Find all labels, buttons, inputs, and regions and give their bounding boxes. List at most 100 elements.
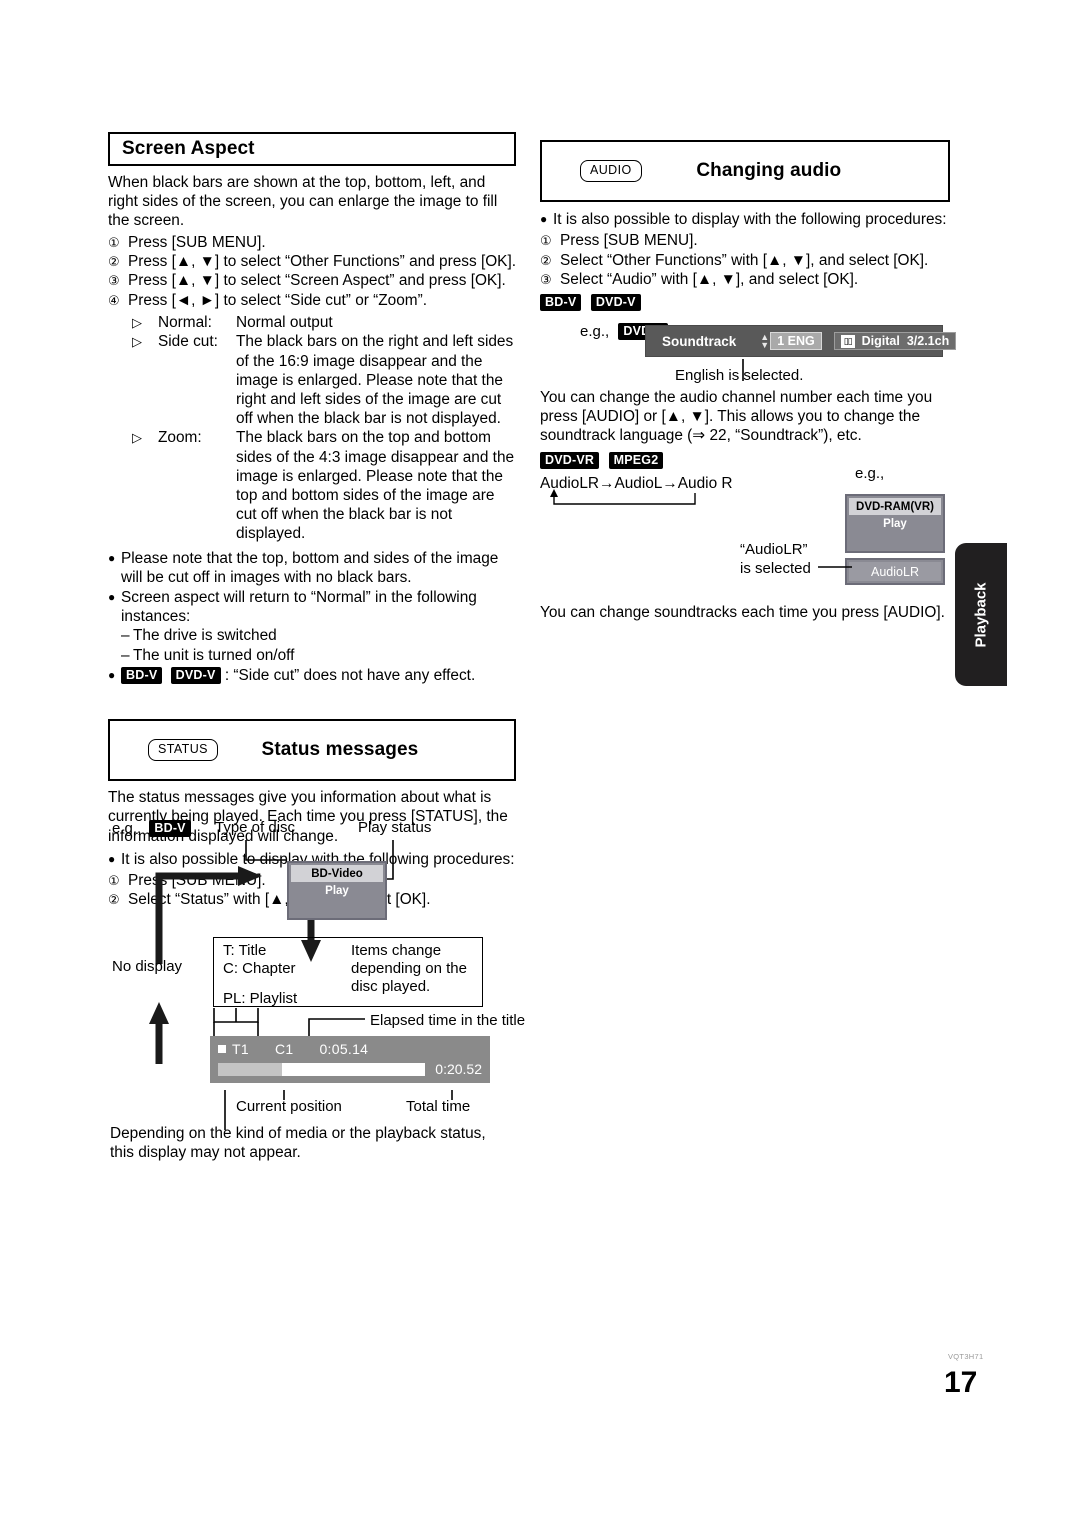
- callout-items-change: Items change depending on the disc playe…: [351, 942, 467, 995]
- soundtrack-channels: 3/2.1ch: [906, 334, 950, 348]
- step-number: ③: [108, 273, 120, 289]
- section-header-screen-aspect: Screen Aspect: [108, 132, 516, 166]
- audio-bullet: ● It is also possible to display with th…: [540, 210, 950, 229]
- osd-selection-value: AudioLR: [849, 562, 941, 581]
- step-item: ② Select “Other Functions” with [▲, ▼], …: [540, 251, 950, 270]
- page-title-status-messages: Status messages: [261, 739, 419, 761]
- screen-aspect-steps: ① Press [SUB MENU]. ② Press [▲, ▼] to se…: [108, 233, 516, 311]
- callout-no-display: No display: [112, 958, 183, 975]
- osd-play-state: Play: [849, 515, 941, 532]
- step-number: ①: [108, 234, 120, 250]
- soundtrack-channel-spinner[interactable]: ▲ ▼ 1 ENG: [760, 332, 822, 350]
- chevron-down-icon[interactable]: ▼: [760, 341, 769, 350]
- note-media-text: BD-V DVD-V : “Side cut” does not have an…: [121, 666, 516, 685]
- step-number: ④: [108, 292, 120, 308]
- screen-aspect-intro: When black bars are shown at the top, bo…: [108, 174, 498, 230]
- osd-disc-panel-dvdram: DVD-RAM(VR) Play: [845, 494, 945, 553]
- example-label-right: e.g.,: [855, 465, 885, 482]
- dash-icon: –: [121, 646, 130, 664]
- triangle-bullet-icon: ▷: [132, 334, 142, 350]
- dolby-digital-icon: ▯▯: [840, 334, 855, 348]
- status-closing-paragraph: Depending on the kind of media or the pl…: [110, 1124, 510, 1162]
- option-label: Normal:: [158, 314, 212, 332]
- audio-bullet-text: It is also possible to display with the …: [553, 211, 947, 228]
- progress-track[interactable]: [218, 1062, 426, 1076]
- changing-audio-paragraph-wrap: You can change the audio channel number …: [540, 388, 950, 446]
- status-total-time: 0:20.52: [435, 1061, 482, 1077]
- soundtrack-osd-group: Soundtrack ▲ ▼ 1 ENG ▯▯ Digital 3/2.1ch …: [645, 325, 957, 384]
- media-badge-dvd-v: DVD-V: [170, 666, 221, 684]
- step-item: ① Press [SUB MENU].: [108, 233, 516, 252]
- option-row: ▷ Zoom: The black bars on the top and bo…: [132, 428, 516, 543]
- document-code: VQT3H71: [948, 1352, 984, 1361]
- media-badge-bd-v: BD-V: [121, 666, 163, 684]
- step-number: ③: [540, 272, 552, 288]
- playback-status-bar: T1 C1 0:05.14 0:20.52: [210, 1036, 490, 1083]
- bullet-dot-icon: ●: [108, 590, 116, 605]
- callout-current-position: Current position: [236, 1098, 342, 1115]
- media-badge-row-1: BD-V DVD-V: [540, 294, 950, 312]
- soundtrack-format: Digital: [861, 334, 900, 348]
- audio-cycle-row: AudioLR→AudioL→Audio R: [540, 475, 950, 493]
- status-bar-line-top: T1 C1 0:05.14: [218, 1041, 482, 1057]
- status-diagram: e.g., BD-V Type of disc Play status BD-V…: [112, 819, 532, 1130]
- page-title-screen-aspect: Screen Aspect: [122, 138, 255, 159]
- changing-audio-closing: You can change soundtracks each time you…: [540, 604, 945, 621]
- info-box: T: Title C: Chapter PL: Playlist Items c…: [213, 937, 483, 1007]
- option-desc: The black bars on the right and left sid…: [236, 333, 514, 428]
- step-item: ③ Press [▲, ▼] to select “Screen Aspect”…: [108, 271, 516, 290]
- audio-keycap-icon: AUDIO: [580, 160, 642, 182]
- soundtrack-osd-bar: Soundtrack ▲ ▼ 1 ENG ▯▯ Digital 3/2.1ch: [645, 325, 957, 357]
- side-tab-playback: Playback: [955, 543, 1007, 686]
- sub-note-item: – The drive is switched: [121, 626, 516, 645]
- sub-note-text: The drive is switched: [133, 627, 277, 645]
- example-prefix: e.g.,: [580, 323, 610, 341]
- step-text: Press [▲, ▼] to select “Screen Aspect” a…: [128, 272, 506, 290]
- step-number: ①: [540, 233, 552, 249]
- step-item: ② Press [▲, ▼] to select “Other Function…: [108, 252, 516, 271]
- left-column: Screen Aspect When black bars are shown …: [108, 132, 516, 910]
- callout-audiolr-line1: “AudioLR”: [740, 541, 808, 558]
- status-title-number: T1: [232, 1041, 249, 1057]
- step-text: Press [◄, ►] to select “Side cut” or “Zo…: [128, 291, 428, 309]
- osd-disc-type: DVD-RAM(VR): [849, 498, 941, 515]
- callout-total-time: Total time: [406, 1098, 471, 1115]
- sub-note-item: – The unit is turned on/off: [121, 646, 516, 665]
- dash-icon: –: [121, 627, 130, 645]
- option-row: ▷ Normal: Normal output: [132, 313, 516, 332]
- osd-disc-panel: BD-Video Play: [287, 861, 387, 920]
- option-label: Side cut:: [158, 333, 218, 351]
- spinner-arrows[interactable]: ▲ ▼: [760, 333, 769, 350]
- osd-selection-panel: AudioLR: [845, 558, 945, 585]
- media-badge-row-2: DVD-VR MPEG2: [540, 452, 950, 470]
- step-number: ②: [108, 254, 120, 270]
- note-text: Please note that the top, bottom and sid…: [121, 549, 499, 586]
- callout-audiolr-line: [818, 566, 852, 568]
- media-badge-dvd-v: DVD-V: [590, 294, 641, 312]
- status-closing-text: Depending on the kind of media or the pl…: [110, 1125, 486, 1162]
- option-label: Zoom:: [158, 429, 202, 447]
- changing-audio-closing-wrap: You can change soundtracks each time you…: [540, 603, 950, 622]
- info-line-chapter: C: Chapter: [223, 960, 296, 977]
- changing-audio-paragraph: You can change the audio channel number …: [540, 389, 933, 445]
- changing-audio-steps: ① Press [SUB MENU]. ② Select “Other Func…: [540, 231, 950, 289]
- cycle-item-audior: Audio R: [677, 475, 733, 492]
- osd-empty-row: [291, 899, 383, 916]
- cycle-arrow-2: →: [662, 475, 678, 492]
- bullet-dot-icon: ●: [540, 212, 548, 226]
- cycle-item-audiolr: AudioLR: [540, 475, 600, 492]
- status-bar-line-bottom: 0:20.52: [218, 1061, 482, 1077]
- triangle-bullet-icon: ▷: [132, 430, 142, 446]
- page-title-changing-audio: Changing audio: [696, 160, 842, 181]
- info-line-title: T: Title: [223, 942, 267, 959]
- caption-english-selected: English is selected.: [675, 367, 804, 384]
- manual-page: Screen Aspect When black bars are shown …: [0, 0, 1080, 1528]
- triangle-bullet-icon: ▷: [132, 315, 142, 331]
- soundtrack-format-chip: ▯▯ Digital 3/2.1ch: [833, 332, 957, 350]
- step-item: ③ Select “Audio” with [▲, ▼], and select…: [540, 270, 950, 289]
- page-number: 17: [944, 1366, 978, 1399]
- note-text: Screen aspect will return to “Normal” in…: [121, 589, 477, 626]
- callout-audiolr-selected: “AudioLR” is selected: [740, 540, 811, 578]
- note-item-media: ● BD-V DVD-V : “Side cut” does not have …: [108, 666, 516, 685]
- progress-fill: [218, 1062, 283, 1076]
